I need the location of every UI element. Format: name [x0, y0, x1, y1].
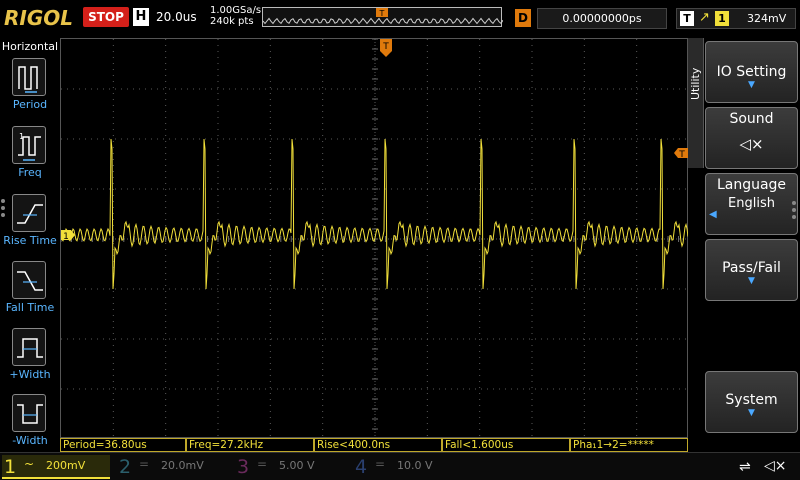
- language-value: ◀ English: [709, 196, 775, 220]
- chevron-down-icon: ▼: [748, 276, 755, 286]
- language-button[interactable]: Language ◀ English: [705, 173, 798, 235]
- channel2-status[interactable]: 2 = 20.0mV: [117, 455, 225, 479]
- measurement-rise-time[interactable]: Rise<400.0ns: [314, 438, 442, 452]
- waveform-display[interactable]: T 1 T: [60, 38, 689, 439]
- horizontal-label: H: [133, 8, 149, 26]
- dc-coupling-icon: =: [139, 457, 150, 471]
- channel4-status[interactable]: 4 = 10.0 V: [353, 455, 461, 479]
- usb-icon: ⇌: [739, 459, 751, 475]
- horizontal-measure-menu: Horizontal Period 1 Freq Rise Time Fall …: [0, 38, 60, 447]
- memory-waveform-preview: T: [263, 8, 503, 25]
- chevron-left-icon: ◀: [709, 209, 717, 220]
- frequency-icon: 1: [12, 126, 46, 164]
- channel1-offset-marker: 1: [61, 230, 75, 242]
- measure-negative-width[interactable]: -Width: [0, 392, 60, 454]
- channel1-status[interactable]: 1 ~ 200mV: [2, 455, 110, 479]
- trigger-label: T: [680, 11, 694, 26]
- speaker-muted-icon: ◁×: [739, 135, 764, 153]
- utility-tab: Utility: [688, 38, 704, 168]
- timebase-value[interactable]: 20.0us: [156, 10, 197, 24]
- measure-frequency[interactable]: 1 Freq: [0, 124, 60, 186]
- menu-page-indicator: [792, 201, 798, 221]
- dc-coupling-icon: =: [257, 457, 268, 471]
- ac-coupling-icon: ~: [24, 457, 35, 471]
- measurement-fall-time[interactable]: Fall<1.600us: [442, 438, 570, 452]
- sample-rate: 1.00GSa/s: [210, 5, 262, 16]
- trigger-position-marker: T: [380, 39, 392, 57]
- memory-trigger-marker: T: [379, 9, 385, 18]
- trigger-delay-value[interactable]: 0.00000000ps: [537, 8, 667, 29]
- memory-position-bar[interactable]: T: [262, 7, 503, 27]
- trigger-level: 324mV: [747, 12, 787, 25]
- chevron-down-icon: ▼: [748, 80, 755, 90]
- negative-width-icon: [12, 394, 46, 432]
- run-stop-status[interactable]: STOP: [83, 7, 129, 27]
- pass-fail-button[interactable]: Pass/Fail ▼: [705, 239, 798, 301]
- measure-positive-width[interactable]: +Width: [0, 326, 60, 388]
- period-icon: [12, 58, 46, 96]
- brand-logo: RIGOL: [4, 6, 74, 30]
- measurement-frequency[interactable]: Freq=27.2kHz: [186, 438, 314, 452]
- acquisition-info: 1.00GSa/s 240k pts: [210, 5, 261, 27]
- trigger-position-label: T: [382, 42, 389, 52]
- sound-muted-icon: ◁×: [764, 458, 787, 474]
- trigger-level-label: T: [678, 150, 685, 160]
- chevron-down-icon: ▼: [748, 408, 755, 418]
- sound-button[interactable]: Sound ◁×: [705, 107, 798, 169]
- trigger-level-marker: T: [674, 148, 688, 160]
- channel-status-bar: 1 ~ 200mV 2 = 20.0mV 3 = 5.00 V 4 = 10.0…: [0, 452, 800, 480]
- trigger-source: 1: [715, 11, 729, 26]
- utility-menu: Utility IO Setting ▼ Sound ◁× Language ◀…: [688, 38, 800, 438]
- measurement-period[interactable]: Period=36.80us: [60, 438, 186, 452]
- menu-page-indicator: [1, 199, 7, 219]
- top-status-bar: RIGOL STOP H 20.0us 1.00GSa/s 240k pts T…: [0, 0, 800, 38]
- svg-text:1: 1: [19, 132, 24, 141]
- menu-title: Horizontal: [1, 40, 59, 53]
- positive-width-icon: [12, 328, 46, 366]
- measure-fall-time[interactable]: Fall Time: [0, 259, 60, 321]
- measurement-phase[interactable]: Pha₁1→2=*****: [570, 438, 688, 452]
- dc-coupling-icon: =: [375, 457, 386, 471]
- io-setting-button[interactable]: IO Setting ▼: [705, 41, 798, 103]
- trigger-status[interactable]: T ↗ 1 324mV: [676, 8, 796, 29]
- measure-period[interactable]: Period: [0, 56, 60, 118]
- rise-time-icon: [12, 194, 46, 232]
- measure-rise-time[interactable]: Rise Time: [0, 192, 60, 254]
- channel3-status[interactable]: 3 = 5.00 V: [235, 455, 343, 479]
- memory-depth: 240k pts: [210, 16, 254, 27]
- delay-label: D: [515, 9, 531, 27]
- channel1-marker-label: 1: [63, 232, 69, 242]
- fall-time-icon: [12, 261, 46, 299]
- rising-edge-icon: ↗: [699, 10, 710, 25]
- measurement-bar: Period=36.80us Freq=27.2kHz Rise<400.0ns…: [60, 438, 688, 452]
- system-button[interactable]: System ▼: [705, 371, 798, 433]
- graticule: T 1 T: [61, 39, 689, 439]
